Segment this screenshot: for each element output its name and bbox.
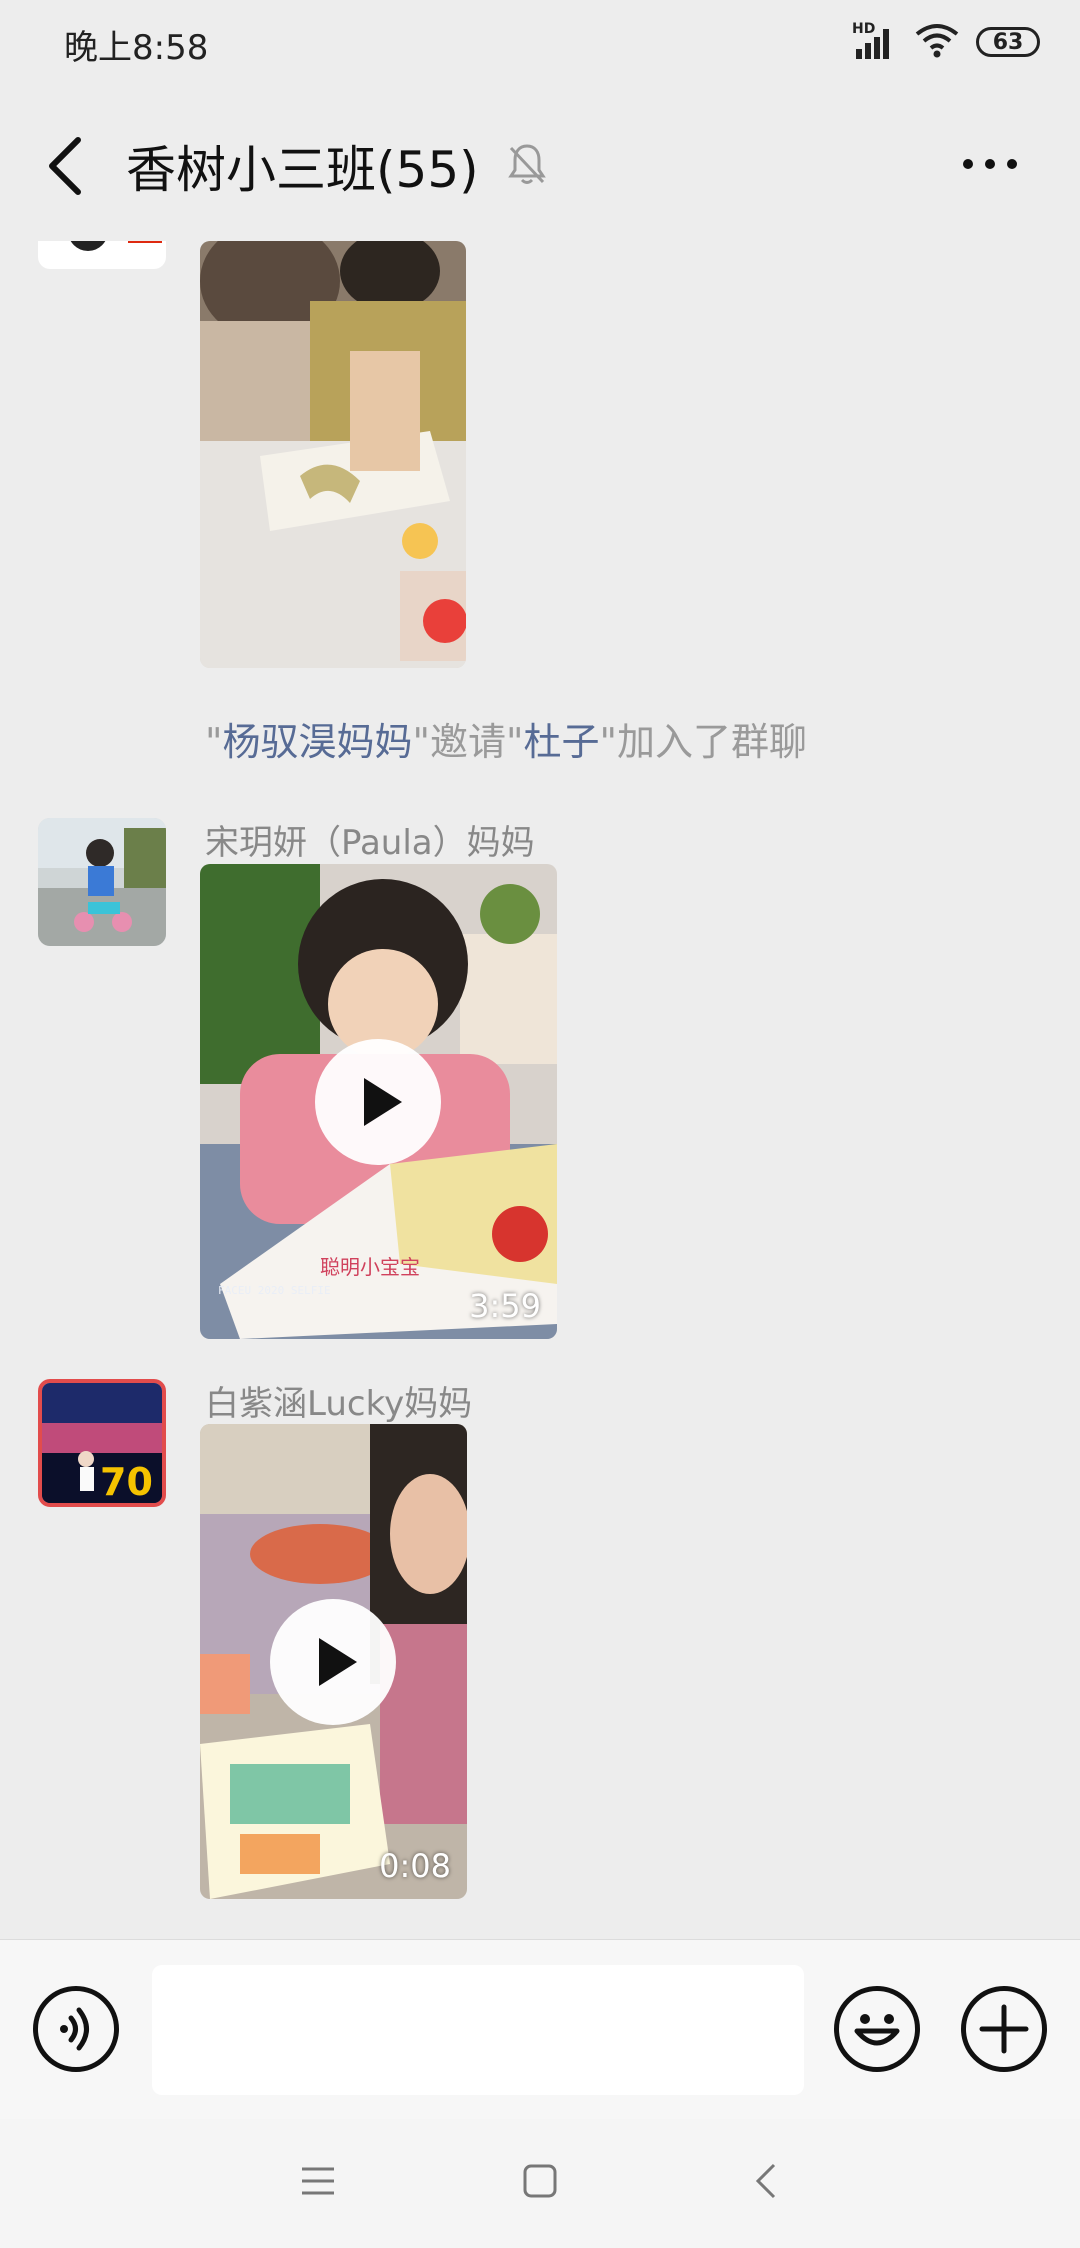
more-dot [963,159,973,169]
play-icon [364,1078,402,1126]
battery-indicator: 63 [976,27,1040,57]
chat-messages[interactable]: ★ "杨驭淏妈妈"邀请"杜子"加入了群聊 [0,241,1080,1939]
menu-icon [302,2167,334,2195]
home-square-icon [523,2164,557,2198]
voice-icon [60,2007,89,2051]
sender-name: 白紫涵Lucky妈妈 [205,1384,473,1424]
sender-name: 宋玥妍（Paula）妈妈 [205,823,535,863]
plus-icon [979,2004,1029,2054]
video-message[interactable]: 聪明小宝宝 FACEU 2020 SELFIE 3:59 [200,864,557,1339]
play-icon [319,1638,357,1686]
sys-text: "邀请" [412,720,524,764]
back-button[interactable] [34,126,104,206]
video-message[interactable]: 0:08 [200,1424,467,1899]
sys-text: "加入了群聊 [599,720,807,764]
status-bar: 晚上8:58 HD 63 [0,0,1080,86]
avatar[interactable] [38,818,166,946]
invitee-name[interactable]: 杜子 [523,720,599,764]
play-button[interactable] [315,1039,441,1165]
video-duration: 0:08 [379,1847,451,1885]
voice-button[interactable] [33,1986,119,2072]
plus-button[interactable] [961,1986,1047,2072]
book-title: 聪明小宝宝 [320,1255,420,1279]
sys-text: " [205,720,223,764]
nav-back-button[interactable] [750,2161,786,2201]
menu-button[interactable] [300,2163,336,2199]
avatar[interactable]: 70 [38,1379,166,1507]
system-nav-bar [0,2119,1080,2248]
status-time: 晚上8:58 [64,28,209,68]
chat-header: 香树小三班(55) [0,86,1080,241]
more-dot [985,159,995,169]
emoji-icon [854,2014,900,2046]
message-input[interactable] [152,1965,804,2095]
avatar-badge: 70 [100,1460,153,1503]
bell-muted-icon [503,140,551,188]
video-watermark: FACEU 2020 SELFIE [218,1284,331,1297]
chevron-left-icon [49,137,81,195]
more-dot [1007,159,1017,169]
image-message[interactable] [200,241,466,668]
emoji-button[interactable] [834,1986,920,2072]
play-button[interactable] [270,1599,396,1725]
more-button[interactable] [950,144,1030,184]
status-icons: HD 63 [852,21,1040,62]
home-button[interactable] [522,2163,558,2199]
avatar[interactable]: ★ [38,241,166,269]
wifi-icon [914,22,960,62]
page-title: 香树小三班(55) [126,141,479,199]
signal-icon: HD [852,21,898,59]
back-chevron-icon [755,2163,776,2199]
system-message: "杨驭淏妈妈"邀请"杜子"加入了群聊 [205,711,807,766]
video-duration: 3:59 [469,1287,541,1325]
inviter-name[interactable]: 杨驭淏妈妈 [222,720,412,764]
flag-icon: ★ [128,241,162,243]
input-bar [0,1939,1080,2120]
